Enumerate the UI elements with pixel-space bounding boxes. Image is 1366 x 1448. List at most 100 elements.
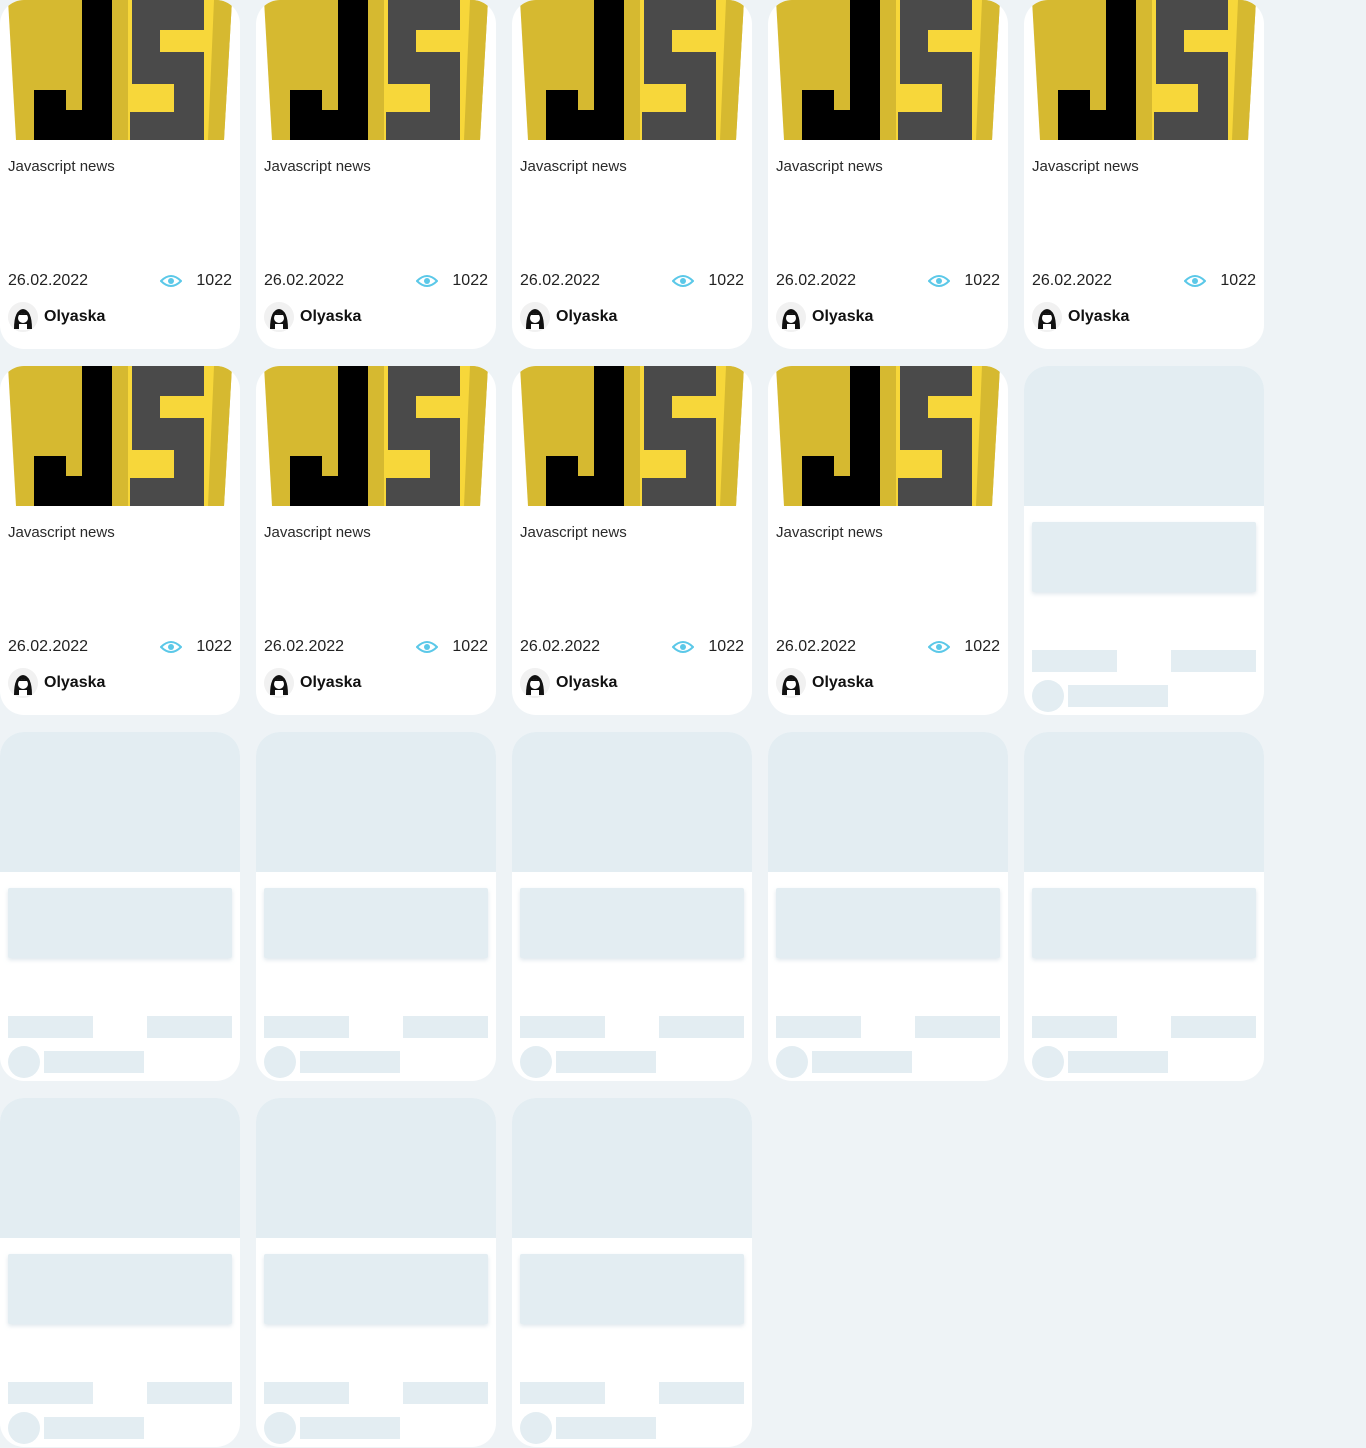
article-card[interactable]: Javascript news 26.02.2022 1022 Olyaska	[256, 0, 496, 349]
skeleton-card	[1024, 366, 1264, 715]
article-title[interactable]: Javascript news	[776, 524, 883, 541]
skeleton-name	[300, 1051, 400, 1073]
skeleton-name	[556, 1051, 656, 1073]
article-date: 26.02.2022	[1032, 272, 1113, 289]
skeleton-views	[659, 1382, 744, 1404]
author-name[interactable]: Olyaska	[44, 308, 105, 326]
article-card[interactable]: Javascript news 26.02.2022 1022 Olyaska	[256, 366, 496, 715]
skeleton-card	[512, 1098, 752, 1447]
skeleton-avatar	[264, 1046, 296, 1078]
article-author[interactable]: Olyaska	[8, 668, 105, 698]
skeleton-title	[1032, 522, 1256, 592]
skeleton-card	[256, 732, 496, 1081]
article-card[interactable]: Javascript news 26.02.2022 1022 Olyaska	[512, 0, 752, 349]
article-date: 26.02.2022	[8, 638, 89, 655]
views-count: 1022	[964, 272, 1000, 289]
author-name[interactable]: Olyaska	[300, 674, 361, 692]
article-title[interactable]: Javascript news	[520, 158, 627, 175]
article-author[interactable]: Olyaska	[776, 302, 873, 332]
author-name[interactable]: Olyaska	[812, 674, 873, 692]
skeleton-card	[512, 732, 752, 1081]
author-name[interactable]: Olyaska	[812, 308, 873, 326]
eye-icon	[672, 641, 695, 653]
article-views: 1022	[160, 272, 232, 290]
skeleton-date	[264, 1016, 349, 1038]
js-logo-icon	[8, 366, 232, 506]
skeleton-cover	[768, 732, 1008, 872]
skeleton-avatar	[264, 1412, 296, 1444]
eye-icon	[672, 275, 695, 287]
skeleton-date	[8, 1382, 93, 1404]
article-title[interactable]: Javascript news	[1032, 158, 1139, 175]
article-views: 1022	[416, 638, 488, 656]
author-name[interactable]: Olyaska	[1068, 308, 1129, 326]
skeleton-cover	[256, 1098, 496, 1238]
skeleton-date	[776, 1016, 861, 1038]
article-date: 26.02.2022	[264, 272, 345, 289]
article-author[interactable]: Olyaska	[776, 668, 873, 698]
avatar-icon	[8, 668, 38, 698]
article-title[interactable]: Javascript news	[264, 524, 371, 541]
skeleton-cover	[1024, 366, 1264, 506]
author-name[interactable]: Olyaska	[556, 308, 617, 326]
article-author[interactable]: Olyaska	[264, 302, 361, 332]
skeleton-avatar	[776, 1046, 808, 1078]
article-date: 26.02.2022	[520, 638, 601, 655]
skeleton-title	[520, 888, 744, 958]
article-views: 1022	[672, 272, 744, 290]
skeleton-cover	[0, 732, 240, 872]
article-views: 1022	[416, 272, 488, 290]
eye-icon	[160, 275, 183, 287]
skeleton-card	[256, 1098, 496, 1447]
skeleton-title	[264, 888, 488, 958]
article-views: 1022	[160, 638, 232, 656]
article-title[interactable]: Javascript news	[8, 158, 115, 175]
article-title[interactable]: Javascript news	[520, 524, 627, 541]
article-card[interactable]: Javascript news 26.02.2022 1022 Olyaska	[512, 366, 752, 715]
views-count: 1022	[708, 272, 744, 289]
skeleton-name	[300, 1417, 400, 1439]
views-count: 1022	[196, 272, 232, 289]
skeleton-date	[520, 1016, 605, 1038]
avatar-icon	[520, 302, 550, 332]
skeleton-card	[0, 732, 240, 1081]
article-card[interactable]: Javascript news 26.02.2022 1022 Olyaska	[768, 366, 1008, 715]
skeleton-date	[1032, 650, 1117, 672]
avatar-icon	[8, 302, 38, 332]
eye-icon	[160, 641, 183, 653]
skeleton-card	[768, 732, 1008, 1081]
author-name[interactable]: Olyaska	[300, 308, 361, 326]
article-author[interactable]: Olyaska	[520, 302, 617, 332]
article-author[interactable]: Olyaska	[8, 302, 105, 332]
eye-icon	[1184, 275, 1207, 287]
skeleton-avatar	[520, 1412, 552, 1444]
skeleton-title	[520, 1254, 744, 1324]
skeleton-views	[1171, 1016, 1256, 1038]
article-card[interactable]: Javascript news 26.02.2022 1022 Olyaska	[0, 0, 240, 349]
skeleton-title	[8, 1254, 232, 1324]
author-name[interactable]: Olyaska	[44, 674, 105, 692]
article-title[interactable]: Javascript news	[8, 524, 115, 541]
article-author[interactable]: Olyaska	[1032, 302, 1129, 332]
skeleton-avatar	[520, 1046, 552, 1078]
article-card[interactable]: Javascript news 26.02.2022 1022 Olyaska	[0, 366, 240, 715]
avatar-icon	[264, 302, 294, 332]
article-card[interactable]: Javascript news 26.02.2022 1022 Olyaska	[768, 0, 1008, 349]
skeleton-avatar	[1032, 680, 1064, 712]
skeleton-title	[264, 1254, 488, 1324]
author-name[interactable]: Olyaska	[556, 674, 617, 692]
skeleton-name	[1068, 1051, 1168, 1073]
article-date: 26.02.2022	[776, 638, 857, 655]
skeleton-name	[44, 1417, 144, 1439]
skeleton-name	[1068, 685, 1168, 707]
article-date: 26.02.2022	[520, 272, 601, 289]
skeleton-date	[520, 1382, 605, 1404]
article-title[interactable]: Javascript news	[264, 158, 371, 175]
skeleton-date	[1032, 1016, 1117, 1038]
article-author[interactable]: Olyaska	[264, 668, 361, 698]
article-card[interactable]: Javascript news 26.02.2022 1022 Olyaska	[1024, 0, 1264, 349]
skeleton-cover	[0, 1098, 240, 1238]
article-title[interactable]: Javascript news	[776, 158, 883, 175]
article-views: 1022	[672, 638, 744, 656]
article-author[interactable]: Olyaska	[520, 668, 617, 698]
